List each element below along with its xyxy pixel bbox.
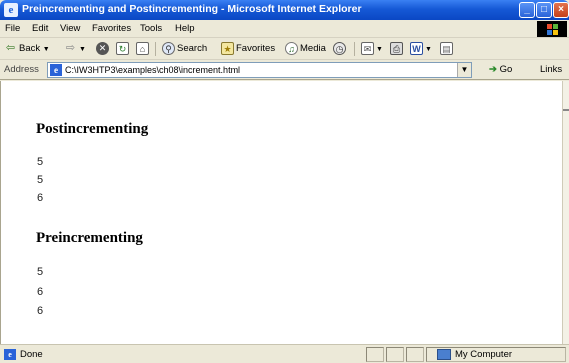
search-label: Search xyxy=(177,43,208,55)
refresh-button[interactable]: ↻ xyxy=(116,42,131,56)
status-pane xyxy=(366,347,384,362)
forward-button[interactable]: ⇨ ▼ xyxy=(64,42,86,56)
links-button[interactable]: Links xyxy=(540,64,562,75)
page-icon: e xyxy=(50,64,62,76)
menu-view[interactable]: View xyxy=(60,23,80,34)
mail-button[interactable]: ✉ ▼ xyxy=(361,42,383,56)
title-bar[interactable]: e Preincrementing and Postincrementing -… xyxy=(0,0,569,20)
stop-button[interactable]: ✕ xyxy=(96,42,111,56)
menu-favorites[interactable]: Favorites xyxy=(92,23,131,34)
address-dropdown-icon[interactable]: ▼ xyxy=(457,63,471,77)
go-button[interactable]: ➔ Go xyxy=(489,64,512,75)
windows-throbber-icon xyxy=(537,21,567,37)
history-button[interactable]: ◷ xyxy=(333,42,348,56)
back-label: Back xyxy=(19,43,41,55)
address-label: Address xyxy=(4,64,39,75)
menu-tools[interactable]: Tools xyxy=(140,23,162,34)
back-arrow-icon: ⇦ xyxy=(5,42,16,54)
preincrement-heading: Preincrementing xyxy=(36,230,143,246)
mail-icon: ✉ xyxy=(361,42,374,55)
go-arrow-icon: ➔ xyxy=(489,64,497,75)
pre-value-2: 6 xyxy=(37,286,44,298)
my-computer-icon xyxy=(437,349,451,360)
home-button[interactable]: ⌂ xyxy=(136,42,151,56)
favorites-star-icon: ★ xyxy=(221,42,234,55)
forward-dropdown-icon[interactable]: ▼ xyxy=(79,46,86,53)
stop-icon: ✕ xyxy=(96,42,109,55)
page-content: Postincrementing 5 5 6 Preincrementing 5… xyxy=(0,81,562,344)
ie-logo-icon: e xyxy=(4,3,18,17)
address-url[interactable]: C:\IW3HTP3\examples\ch08\increment.html xyxy=(65,65,240,75)
media-icon: ♫ xyxy=(285,42,298,55)
pre-value-3: 6 xyxy=(37,305,44,317)
back-button[interactable]: ⇦ Back ▼ xyxy=(4,42,50,56)
vertical-scrollbar[interactable] xyxy=(562,81,569,344)
window-title: Preincrementing and Postincrementing - M… xyxy=(22,3,362,15)
search-icon: ⚲ xyxy=(162,42,175,55)
forward-arrow-icon: ⇨ xyxy=(65,42,76,54)
browser-window: e Preincrementing and Postincrementing -… xyxy=(0,0,569,363)
toolbar-separator xyxy=(155,42,156,56)
status-text: Done xyxy=(20,349,43,360)
menu-bar: File Edit View Favorites Tools Help xyxy=(0,20,569,38)
post-value-3: 6 xyxy=(37,192,44,204)
post-value-2: 5 xyxy=(37,174,44,186)
refresh-icon: ↻ xyxy=(116,42,129,55)
favorites-button[interactable]: ★ Favorites xyxy=(221,42,275,56)
zone-label: My Computer xyxy=(455,349,513,360)
menu-edit[interactable]: Edit xyxy=(32,23,48,34)
address-bar: Address e C:\IW3HTP3\examples\ch08\incre… xyxy=(0,60,569,80)
address-input[interactable]: e C:\IW3HTP3\examples\ch08\increment.htm… xyxy=(47,62,472,78)
page-done-icon: e xyxy=(4,349,16,360)
scrollbar-thumb[interactable] xyxy=(563,109,569,111)
status-pane xyxy=(386,347,404,362)
menu-file[interactable]: File xyxy=(5,23,20,34)
minimize-button[interactable]: _ xyxy=(519,2,535,18)
edit-dropdown-icon[interactable]: ▼ xyxy=(425,46,432,53)
post-value-1: 5 xyxy=(37,156,44,168)
status-bar: e Done My Computer xyxy=(0,344,569,363)
maximize-button[interactable]: □ xyxy=(536,2,552,18)
word-edit-icon: W xyxy=(410,42,423,55)
favorites-label: Favorites xyxy=(236,43,276,55)
media-button[interactable]: ♫ Media xyxy=(285,42,326,56)
toolbar: ⇦ Back ▼ ⇨ ▼ ✕ ↻ ⌂ ⚲ Search ★ Favorites ♫ Med… xyxy=(0,38,569,60)
edit-button[interactable]: W ▼ xyxy=(410,42,432,56)
history-icon: ◷ xyxy=(333,42,346,55)
postincrement-heading: Postincrementing xyxy=(36,121,149,137)
toolbar-separator xyxy=(354,42,355,56)
go-label: Go xyxy=(499,64,513,75)
back-dropdown-icon[interactable]: ▼ xyxy=(43,46,50,53)
media-label: Media xyxy=(300,43,326,55)
print-icon: ⎙ xyxy=(390,42,403,55)
discuss-icon: ▤ xyxy=(440,42,453,55)
mail-dropdown-icon[interactable]: ▼ xyxy=(376,46,383,53)
menu-help[interactable]: Help xyxy=(175,23,195,34)
home-icon: ⌂ xyxy=(136,42,149,55)
status-pane xyxy=(406,347,424,362)
discuss-button[interactable]: ▤ xyxy=(440,42,455,56)
print-button[interactable]: ⎙ xyxy=(390,42,405,56)
search-button[interactable]: ⚲ Search xyxy=(162,42,207,56)
pre-value-1: 5 xyxy=(37,266,44,278)
close-button[interactable]: × xyxy=(553,2,569,18)
